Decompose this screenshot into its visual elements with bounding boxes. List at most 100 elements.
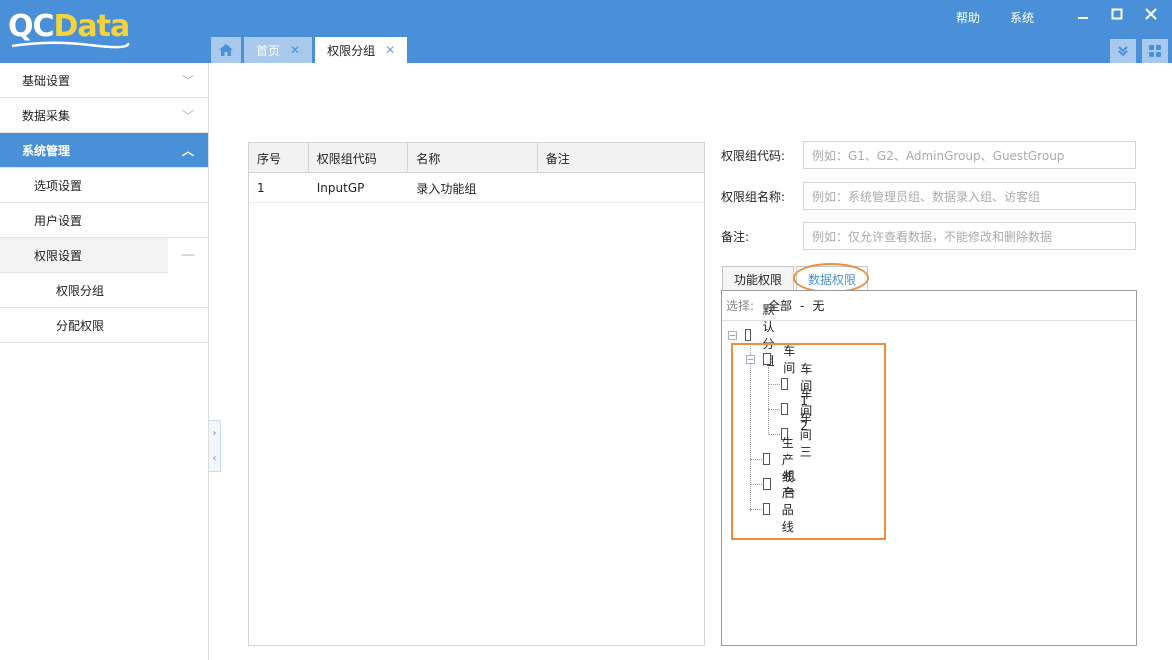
tree-line (768, 384, 780, 385)
qcdata-logo: QC Data (8, 6, 131, 49)
tree-node-label: 车间 (783, 344, 796, 375)
sidebar-item-permission-settings[interactable]: 权限设置 — (0, 237, 208, 273)
column-header-name[interactable]: 名称 (408, 143, 538, 173)
tab-permission-group[interactable]: 权限分组 ✕ (315, 37, 408, 63)
note-input[interactable]: 例如：仅允许查看数据，不能修改和删除数据 (803, 222, 1136, 250)
logo-data-text: Data (53, 8, 131, 44)
tree-line (768, 367, 769, 435)
sidebar-item-data-collection[interactable]: 数据采集 ﹀ (0, 98, 208, 133)
tree-node-sibling[interactable]: 产品线 (763, 486, 799, 534)
tab-tools (1110, 39, 1168, 63)
form-row-name: 权限组名称: 例如：系统管理员组、数据录入组、访客组 (721, 182, 1136, 210)
tree-node-group[interactable]: − 车间 (746, 344, 799, 375)
tree-line (750, 484, 762, 485)
sidebar-toggle[interactable]: › ‹ (209, 420, 221, 472)
form-row-code: 权限组代码: 例如：G1、G2、AdminGroup、GuestGroup (721, 141, 1136, 169)
tree-node-label: 产品线 (781, 485, 794, 534)
cell-note (538, 173, 704, 203)
tab-close-icon[interactable]: ✕ (385, 43, 395, 57)
tab-home-page[interactable]: 首页 ✕ (244, 37, 313, 63)
system-link[interactable]: 系统 (1010, 9, 1034, 26)
code-label: 权限组代码: (721, 148, 786, 163)
tree-line (750, 459, 762, 460)
tree-line (768, 434, 780, 435)
tree-line (750, 509, 762, 510)
close-icon[interactable] (1142, 4, 1160, 24)
chevron-right-icon: › (212, 428, 217, 439)
chevron-left-icon: ‹ (212, 453, 217, 464)
sidebar-item-label: 系统管理 (22, 143, 71, 158)
name-input[interactable]: 例如：系统管理员组、数据录入组、访客组 (803, 182, 1136, 210)
sidebar-item-label: 基础设置 (22, 73, 71, 88)
tab-label: 首页 (256, 43, 281, 58)
chevron-down-icon: ﹀ (181, 73, 194, 88)
tree-checkbox[interactable] (763, 503, 770, 515)
sidebar-item-label: 分配权限 (56, 318, 105, 333)
minimize-icon[interactable] (1074, 4, 1092, 24)
sidebar-item-basic-settings[interactable]: 基础设置 ﹀ (0, 63, 208, 98)
tree-checkbox[interactable] (762, 353, 772, 365)
tab-data-permission[interactable]: 数据权限 (796, 266, 869, 291)
collapse-minus-icon[interactable]: — (168, 237, 208, 273)
collapse-icon[interactable]: − (746, 354, 755, 364)
top-links: 帮助 系统 (956, 9, 1034, 26)
column-header-seq[interactable]: 序号 (249, 143, 309, 173)
sidebar: 基础设置 ﹀ 数据采集 ﹀ 系统管理 ︿ 选项设置 用户设置 权限设置 — 权限… (0, 63, 209, 660)
tab-bar: 首页 ✕ 权限分组 ✕ (211, 37, 408, 63)
table-row[interactable]: 1 InputGP 录入功能组 (249, 173, 704, 203)
permission-group-table: 序号 权限组代码 名称 备注 1 InputGP 录入功能组 (248, 142, 705, 646)
form-row-note: 备注: 例如：仅允许查看数据，不能修改和删除数据 (721, 222, 1136, 250)
double-chevron-down-icon[interactable] (1110, 39, 1136, 63)
app-header: QC Data 帮助 系统 首页 ✕ 权限分组 ✕ (0, 0, 1172, 63)
sidebar-item-option-settings[interactable]: 选项设置 (0, 168, 208, 203)
chevron-up-icon: ︿ (181, 143, 194, 158)
sidebar-item-system-management[interactable]: 系统管理 ︿ (0, 133, 208, 168)
note-label: 备注: (721, 229, 750, 244)
window-controls (1074, 4, 1160, 24)
tree-checkbox[interactable] (763, 453, 770, 465)
tree-checkbox[interactable] (781, 403, 789, 415)
table-header: 序号 权限组代码 名称 备注 (249, 143, 704, 173)
collapse-icon[interactable]: − (728, 330, 737, 340)
sidebar-item-permission-group[interactable]: 权限分组 (0, 273, 208, 308)
permission-tabs: 功能权限 数据权限 (722, 266, 870, 291)
name-label: 权限组名称: (721, 189, 786, 204)
tree-line (768, 409, 780, 410)
help-link[interactable]: 帮助 (956, 9, 980, 26)
tab-home[interactable] (211, 37, 241, 63)
sidebar-item-label: 选项设置 (34, 178, 83, 193)
logo-qc-text: QC (8, 8, 55, 44)
tree-checkbox[interactable] (781, 378, 789, 390)
select-label: 选择: (726, 299, 755, 313)
sidebar-item-user-settings[interactable]: 用户设置 (0, 203, 208, 238)
grid-icon[interactable] (1142, 39, 1168, 63)
select-separator: - (800, 298, 805, 313)
tab-label: 权限分组 (327, 43, 376, 58)
tree-line (750, 343, 751, 511)
maximize-icon[interactable] (1108, 4, 1126, 24)
tree-node-label: 车间三 (799, 410, 812, 459)
select-none-link[interactable]: 无 (812, 297, 824, 314)
tree-checkbox[interactable] (763, 478, 772, 490)
tab-function-permission[interactable]: 功能权限 (722, 266, 795, 291)
column-header-note[interactable]: 备注 (538, 143, 704, 173)
tree-node-sibling[interactable]: 生产线 (763, 436, 799, 484)
sidebar-item-label: 用户设置 (34, 213, 83, 228)
cell-seq: 1 (257, 181, 265, 195)
tree-checkbox[interactable] (744, 329, 751, 341)
home-icon (219, 44, 233, 56)
sidebar-item-label: 数据采集 (22, 108, 71, 123)
sidebar-item-assign-permission[interactable]: 分配权限 (0, 308, 208, 343)
data-permission-panel: 选择: 全部 - 无 − 默认分组 − 车间 车间1 车间2 (721, 290, 1137, 646)
cell-code: InputGP (316, 181, 365, 195)
tab-close-icon[interactable]: ✕ (290, 43, 300, 57)
sidebar-item-label: 权限分组 (56, 283, 105, 298)
sidebar-item-label: 权限设置 (34, 248, 83, 263)
chevron-down-icon: ﹀ (181, 108, 194, 123)
select-bar: 选择: 全部 - 无 (722, 291, 1136, 321)
logo-swoosh-icon (11, 41, 130, 49)
code-input[interactable]: 例如：G1、G2、AdminGroup、GuestGroup (803, 141, 1136, 169)
cell-name: 录入功能组 (416, 181, 477, 196)
column-header-code[interactable]: 权限组代码 (309, 143, 409, 173)
tree-node-root[interactable]: − 默认分组 (728, 303, 781, 368)
